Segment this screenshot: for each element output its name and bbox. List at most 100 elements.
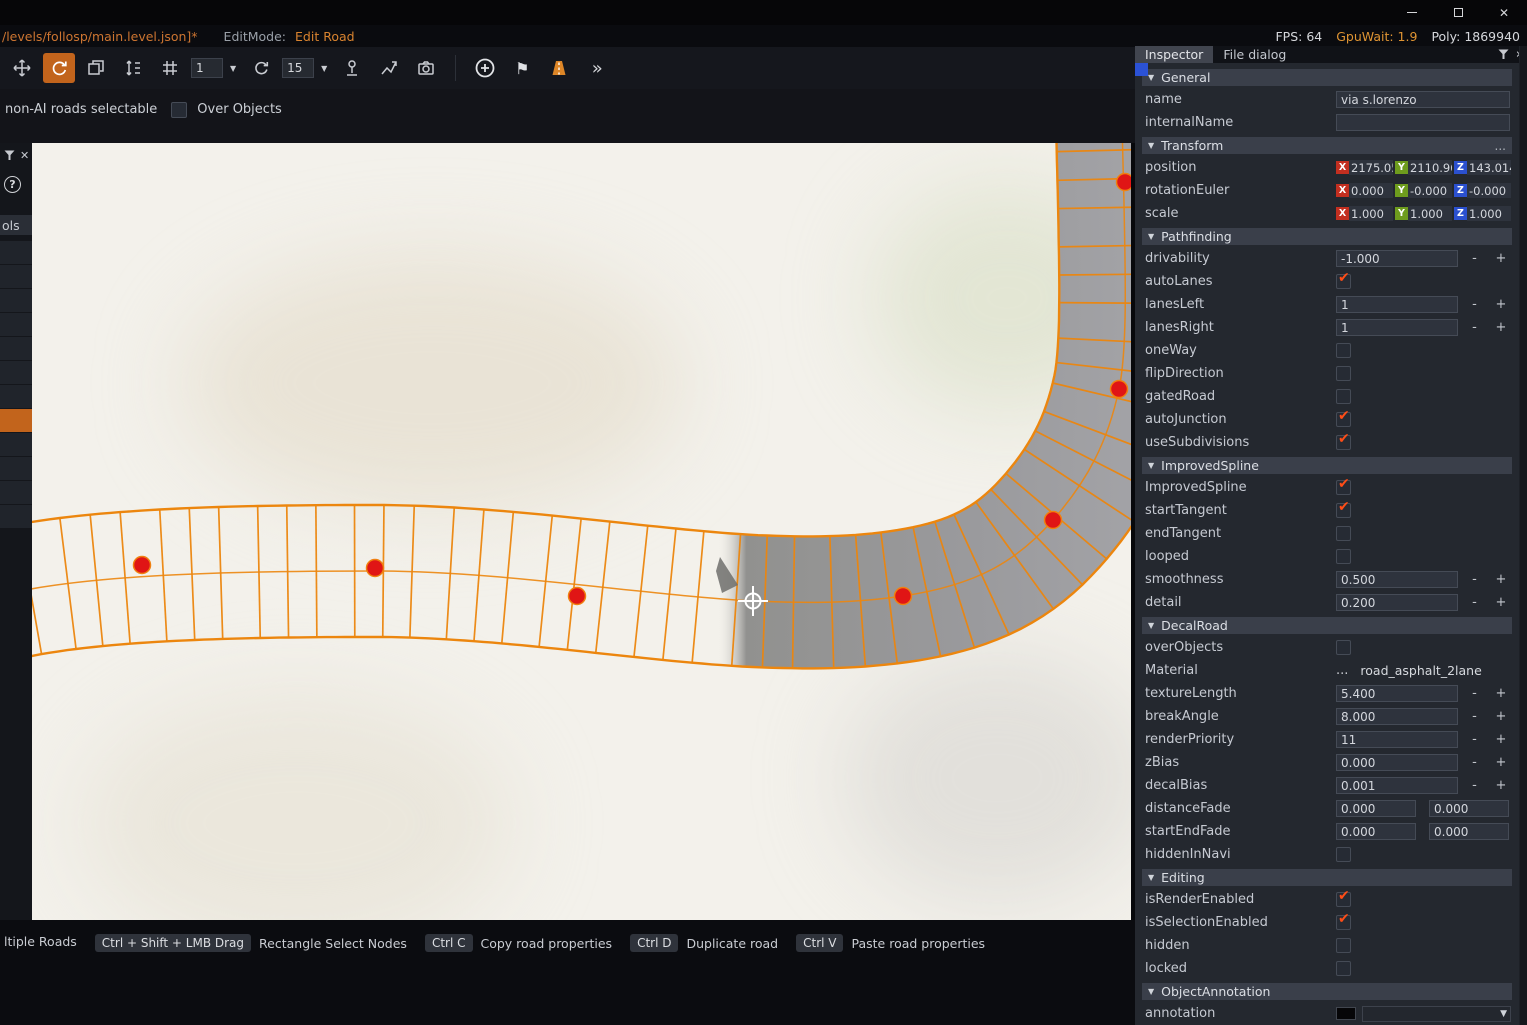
drivability-input[interactable] xyxy=(1336,250,1458,267)
zBias-increment-button[interactable]: + xyxy=(1491,755,1511,770)
scale-z-value[interactable]: 1.000 xyxy=(1467,206,1511,221)
lanesLeft-input[interactable] xyxy=(1336,296,1458,313)
section-header-Pathfinding[interactable]: ▼Pathfinding xyxy=(1142,228,1512,245)
inspector-scrollbar[interactable] xyxy=(1519,46,1527,1025)
lanesRight-increment-button[interactable]: + xyxy=(1491,320,1511,335)
overObjects-checkbox[interactable] xyxy=(1336,640,1351,655)
scale-y-value[interactable]: 1.000 xyxy=(1408,206,1452,221)
help-button[interactable]: ? xyxy=(4,176,21,193)
over-objects-checkbox[interactable] xyxy=(171,102,187,118)
renderPriority-decrement-button[interactable]: - xyxy=(1465,732,1485,747)
oneWay-checkbox[interactable] xyxy=(1336,343,1351,358)
road-list-item[interactable] xyxy=(0,313,32,336)
zBias-decrement-button[interactable]: - xyxy=(1465,755,1485,770)
road-node[interactable] xyxy=(367,560,384,577)
material-browse-button[interactable]: ... xyxy=(1336,663,1348,678)
translate-tool-button[interactable] xyxy=(6,53,38,83)
endTangent-checkbox[interactable] xyxy=(1336,526,1351,541)
position-z-value[interactable]: 143.014 xyxy=(1467,160,1511,175)
smoothness-increment-button[interactable]: + xyxy=(1491,572,1511,587)
annotation-color-swatch[interactable] xyxy=(1336,1007,1356,1020)
lanesRight-input[interactable] xyxy=(1336,319,1458,336)
breakAngle-decrement-button[interactable]: - xyxy=(1465,709,1485,724)
road-tool-button[interactable] xyxy=(543,53,575,83)
minimize-button[interactable] xyxy=(1389,0,1435,25)
rotationEuler-z-value[interactable]: -0.000 xyxy=(1467,183,1511,198)
clear-filter-icon[interactable]: ✕ xyxy=(20,149,29,162)
road-list-item[interactable] xyxy=(0,337,32,360)
position-y-value[interactable]: 2110.96 xyxy=(1408,160,1452,175)
breakAngle-input[interactable] xyxy=(1336,708,1458,725)
section-header-ObjectAnnotation[interactable]: ▼ObjectAnnotation xyxy=(1142,983,1512,1000)
tools-tab-clipped[interactable]: ols xyxy=(0,215,32,235)
breakAngle-increment-button[interactable]: + xyxy=(1491,709,1511,724)
annotation-dropdown[interactable]: ▼ xyxy=(1362,1006,1511,1022)
textureLength-input[interactable] xyxy=(1336,685,1458,702)
ImprovedSpline-checkbox[interactable]: ✔ xyxy=(1336,480,1351,495)
material-value[interactable]: road_asphalt_2lane xyxy=(1360,663,1481,678)
grid-size-input[interactable] xyxy=(191,58,223,78)
road-list-item[interactable] xyxy=(0,481,32,504)
detail-decrement-button[interactable]: - xyxy=(1465,595,1485,610)
editmode-value[interactable]: Edit Road xyxy=(295,29,355,44)
road-node[interactable] xyxy=(1117,174,1132,191)
rotation-snap-dropdown-icon[interactable]: ▼ xyxy=(321,64,327,73)
isRenderEnabled-checkbox[interactable]: ✔ xyxy=(1336,892,1351,907)
filter-icon[interactable] xyxy=(4,150,15,161)
renderPriority-increment-button[interactable]: + xyxy=(1491,732,1511,747)
smoothness-input[interactable] xyxy=(1336,571,1458,588)
detail-input[interactable] xyxy=(1336,594,1458,611)
maximize-button[interactable] xyxy=(1435,0,1481,25)
decalBias-increment-button[interactable]: + xyxy=(1491,778,1511,793)
startEndFade-input-1[interactable] xyxy=(1336,823,1416,840)
startEndFade-input-2[interactable] xyxy=(1429,823,1509,840)
grid-snap-button[interactable] xyxy=(154,53,186,83)
rotationEuler-x-value[interactable]: 0.000 xyxy=(1349,183,1393,198)
toolbar-overflow-button[interactable]: » xyxy=(580,53,612,83)
locked-checkbox[interactable] xyxy=(1336,961,1351,976)
autoLanes-checkbox[interactable]: ✔ xyxy=(1336,274,1351,289)
rotation-snap-button[interactable] xyxy=(245,53,277,83)
renderPriority-input[interactable] xyxy=(1336,731,1458,748)
road-list-item[interactable] xyxy=(0,457,32,480)
textureLength-decrement-button[interactable]: - xyxy=(1465,686,1485,701)
hidden-checkbox[interactable] xyxy=(1336,938,1351,953)
road-list-item[interactable] xyxy=(0,433,32,456)
gatedRoad-checkbox[interactable] xyxy=(1336,389,1351,404)
decalBias-input[interactable] xyxy=(1336,777,1458,794)
drivability-increment-button[interactable]: + xyxy=(1491,251,1511,266)
road-list-item[interactable] xyxy=(0,385,32,408)
pin-tool-button[interactable] xyxy=(336,53,368,83)
tab-file-dialog[interactable]: File dialog xyxy=(1213,46,1296,63)
drivability-decrement-button[interactable]: - xyxy=(1465,251,1485,266)
flipDirection-checkbox[interactable] xyxy=(1336,366,1351,381)
lanesLeft-decrement-button[interactable]: - xyxy=(1465,297,1485,312)
detail-increment-button[interactable]: + xyxy=(1491,595,1511,610)
grid-size-dropdown-icon[interactable]: ▼ xyxy=(230,64,236,73)
autoJunction-checkbox[interactable]: ✔ xyxy=(1336,412,1351,427)
section-header-Editing[interactable]: ▼Editing xyxy=(1142,869,1512,886)
road-list-item[interactable] xyxy=(0,265,32,288)
internalName-input[interactable] xyxy=(1336,114,1510,131)
isSelectionEnabled-checkbox[interactable]: ✔ xyxy=(1336,915,1351,930)
road-node[interactable] xyxy=(569,588,586,605)
lanesRight-decrement-button[interactable]: - xyxy=(1465,320,1485,335)
terrain-conform-button[interactable] xyxy=(373,53,405,83)
duplicate-tool-button[interactable] xyxy=(80,53,112,83)
rotate-tool-button[interactable] xyxy=(43,53,75,83)
road-node[interactable] xyxy=(134,557,151,574)
road-node[interactable] xyxy=(1045,512,1062,529)
rotation-snap-input[interactable] xyxy=(282,58,314,78)
hiddenInNavi-checkbox[interactable] xyxy=(1336,847,1351,862)
road-list-item[interactable] xyxy=(0,361,32,384)
looped-checkbox[interactable] xyxy=(1336,549,1351,564)
road-node[interactable] xyxy=(895,588,912,605)
zBias-input[interactable] xyxy=(1336,754,1458,771)
viewport[interactable] xyxy=(32,143,1131,920)
add-node-button[interactable] xyxy=(469,53,501,83)
distanceFade-input-1[interactable] xyxy=(1336,800,1416,817)
position-x-value[interactable]: 2175.05 xyxy=(1349,160,1393,175)
filter-icon[interactable] xyxy=(1498,49,1509,60)
tab-inspector[interactable]: Inspector xyxy=(1135,46,1213,63)
section-header-Transform[interactable]: ▼Transform... xyxy=(1142,137,1512,154)
